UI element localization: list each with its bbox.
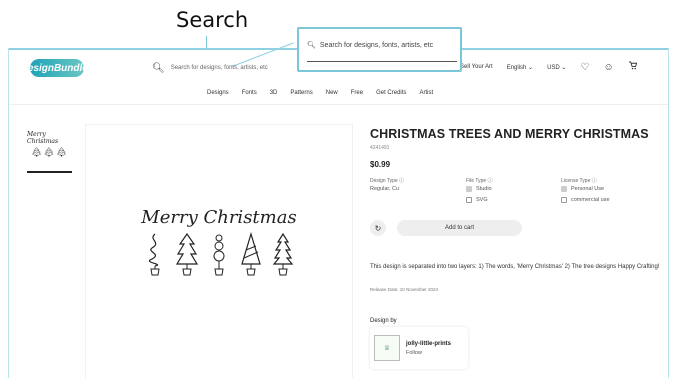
checkbox-unchecked[interactable] bbox=[466, 197, 472, 203]
page: Search DesignBundles 🔍︎ Search for desig… bbox=[0, 0, 677, 378]
designer-avatar[interactable]: ♕ bbox=[374, 335, 400, 361]
add-to-cart-button[interactable]: Add to cart bbox=[397, 220, 522, 236]
file-type-label-text: File Type bbox=[466, 178, 487, 184]
sell-link[interactable]: Sell Your Art bbox=[460, 64, 493, 70]
follow-button[interactable]: Follow bbox=[406, 350, 451, 356]
design-type-label-text: Design Type bbox=[370, 178, 398, 184]
nav-3d[interactable]: 3D bbox=[270, 90, 278, 96]
popup-search-underline bbox=[307, 61, 457, 62]
popup-search-icon: 🔍︎ bbox=[307, 42, 316, 49]
currency-label: USD bbox=[547, 64, 560, 71]
product-description: This design is separated into two layers… bbox=[370, 264, 660, 270]
design-type-value[interactable]: Regular, Cu bbox=[370, 186, 399, 192]
license-option-1[interactable]: Personal Use bbox=[561, 186, 604, 192]
design-type-label: Design Type ⓘ bbox=[370, 178, 405, 184]
file-type-label: File Type ⓘ bbox=[466, 178, 493, 184]
product-price: $0.99 bbox=[370, 160, 391, 169]
annotation-label: Search bbox=[176, 8, 249, 32]
annotation-border-right bbox=[668, 48, 669, 378]
language-select[interactable]: English ⌄ bbox=[507, 64, 533, 71]
currency-select[interactable]: USD ⌄ bbox=[547, 64, 566, 71]
popup-search-row[interactable]: 🔍︎ Search for designs, fonts, artists, e… bbox=[307, 41, 433, 50]
product-main-image[interactable]: Merry Christmas bbox=[86, 125, 352, 378]
release-date: Release Date: 10 November 2024 bbox=[370, 287, 439, 292]
license-option-2-label: commercial use bbox=[571, 197, 610, 203]
site-logo[interactable]: DesignBundles bbox=[21, 59, 93, 77]
annotation-border-left bbox=[8, 48, 9, 378]
nav-patterns[interactable]: Patterns bbox=[290, 90, 312, 96]
nav-fonts[interactable]: Fonts bbox=[242, 90, 257, 96]
license-option-2[interactable]: commercial use bbox=[561, 197, 610, 203]
designer-card[interactable]: ♕ jolly-little-prints Follow bbox=[370, 327, 468, 369]
file-type-option-2-label: SVG bbox=[476, 197, 488, 203]
file-type-option-2[interactable]: SVG bbox=[466, 197, 488, 203]
heart-icon[interactable]: ♡ bbox=[580, 62, 589, 73]
thumbnail-selected-indicator bbox=[27, 171, 72, 173]
tree-illustration-5 bbox=[272, 232, 294, 276]
user-icon[interactable]: ☺ bbox=[603, 62, 613, 73]
thumbnail-caption: Merry Christmas bbox=[27, 131, 59, 145]
header-nav: Sell Your Art English ⌄ USD ⌄ ♡ ☺ bbox=[460, 61, 637, 73]
artwork-trees bbox=[144, 232, 294, 276]
header-search[interactable]: 🔍︎ Search for designs, fonts, artists, e… bbox=[152, 60, 302, 76]
nav-artist[interactable]: Artist bbox=[419, 90, 433, 96]
product-id: 4241491 bbox=[370, 145, 390, 151]
header-divider bbox=[9, 104, 668, 105]
tree-illustration-3 bbox=[213, 234, 225, 276]
language-label: English bbox=[506, 64, 527, 71]
thumbnail-trees: 🌲︎🌲︎🌲︎ bbox=[30, 147, 69, 157]
license-type-label: License Type ⓘ bbox=[561, 178, 597, 184]
designer-info: jolly-little-prints Follow bbox=[406, 341, 451, 356]
category-nav: Designs Fonts 3D Patterns New Free Get C… bbox=[207, 90, 433, 96]
nav-new[interactable]: New bbox=[326, 90, 338, 96]
checkbox-checked[interactable] bbox=[561, 186, 567, 192]
file-type-option-1[interactable]: Studio bbox=[466, 186, 492, 192]
checkbox-unchecked[interactable] bbox=[561, 197, 567, 203]
nav-designs[interactable]: Designs bbox=[207, 90, 229, 96]
share-button[interactable]: ↻ bbox=[370, 220, 386, 236]
nav-free[interactable]: Free bbox=[351, 90, 363, 96]
nav-get-credits[interactable]: Get Credits bbox=[376, 90, 406, 96]
search-input[interactable]: Search for designs, fonts, artists, etc bbox=[171, 65, 268, 71]
product-thumbnail[interactable]: Merry Christmas 🌲︎🌲︎🌲︎ bbox=[27, 131, 72, 171]
cart-icon[interactable] bbox=[628, 61, 637, 73]
search-icon: 🔍︎ bbox=[152, 62, 165, 74]
tree-illustration-4 bbox=[241, 232, 261, 276]
tree-illustration-1 bbox=[148, 233, 160, 276]
refresh-icon: ↻ bbox=[374, 223, 382, 233]
license-type-label-text: License Type bbox=[561, 178, 591, 184]
search-popup[interactable]: 🔍︎ Search for designs, fonts, artists, e… bbox=[297, 27, 462, 72]
checkbox-checked[interactable] bbox=[466, 186, 472, 192]
product-title: CHRISTMAS TREES AND MERRY CHRISTMAS bbox=[370, 127, 649, 141]
license-option-1-label: Personal Use bbox=[571, 186, 605, 192]
popup-search-input[interactable]: Search for designs, fonts, artists, etc bbox=[320, 42, 433, 49]
designer-name[interactable]: jolly-little-prints bbox=[406, 341, 451, 347]
artwork-caption: Merry Christmas bbox=[141, 207, 297, 228]
tree-illustration-2 bbox=[176, 232, 198, 276]
file-type-option-1-label: Studio bbox=[476, 186, 492, 192]
design-by-label: Design by bbox=[370, 318, 397, 324]
